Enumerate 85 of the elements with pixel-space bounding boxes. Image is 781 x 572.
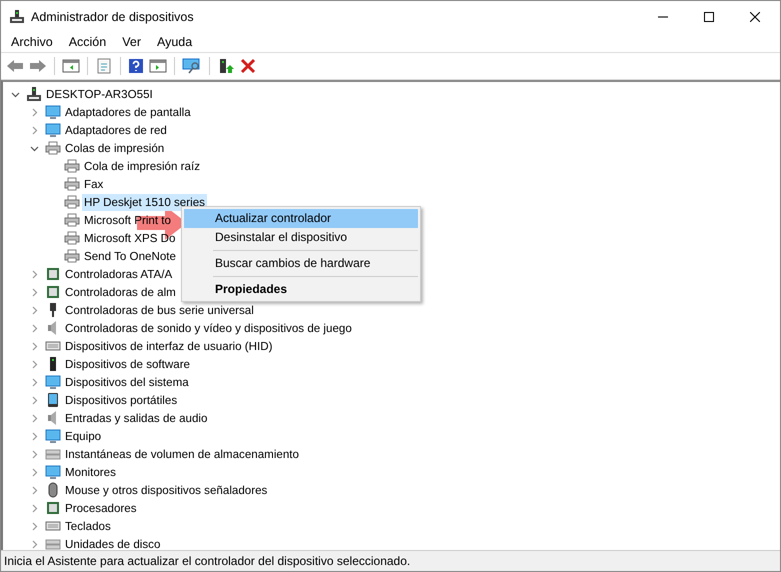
tree-item[interactable]: Adaptadores de red — [63, 122, 169, 138]
menu-item[interactable]: Acción — [68, 35, 106, 49]
expand-chevron-icon[interactable] — [30, 414, 38, 422]
document-icon[interactable] — [95, 58, 113, 74]
window-title: Administrador de dispositivos — [31, 10, 194, 24]
tree-item[interactable]: Microsoft XPS Do — [82, 230, 178, 246]
forward-icon[interactable] — [29, 58, 47, 74]
tree-item[interactable]: Unidades de disco — [63, 536, 162, 550]
expand-chevron-icon[interactable] — [30, 522, 38, 530]
menu-item[interactable]: Actualizar controlador — [184, 209, 418, 228]
expand-chevron-icon[interactable] — [30, 396, 38, 404]
menu-item[interactable]: Buscar cambios de hardware — [184, 254, 418, 273]
menu-item[interactable]: Ver — [122, 35, 141, 49]
expand-chevron-icon[interactable] — [30, 288, 38, 296]
expand-chevron-icon[interactable] — [30, 432, 38, 440]
expand-chevron-icon[interactable] — [30, 108, 38, 116]
tree-item[interactable]: Colas de impresión — [63, 140, 166, 156]
tree-item[interactable]: Controladoras de alm — [63, 284, 178, 300]
printer-icon — [45, 140, 61, 156]
monitor-icon — [45, 104, 61, 120]
tree-item[interactable]: HP Deskjet 1510 series — [82, 194, 207, 210]
tree-item[interactable]: Instantáneas de volumen de almacenamiento — [63, 446, 301, 462]
chip-icon — [45, 266, 61, 282]
tree-item[interactable]: Dispositivos de software — [63, 356, 192, 372]
expand-chevron-icon[interactable] — [30, 360, 38, 368]
tree-item[interactable]: Entradas y salidas de audio — [63, 410, 210, 426]
expand-chevron-icon[interactable] — [30, 324, 38, 332]
tree-item[interactable]: Fax — [82, 176, 106, 192]
expand-chevron-icon[interactable] — [30, 378, 38, 386]
printer-icon — [64, 212, 80, 228]
monitor-icon — [45, 428, 61, 444]
panel-icon[interactable] — [149, 58, 167, 74]
monitor-icon — [45, 122, 61, 138]
tree-item[interactable]: DESKTOP-AR3O55I — [44, 86, 155, 102]
panel-icon[interactable] — [62, 58, 80, 74]
close-icon[interactable] — [750, 12, 760, 22]
tree-item[interactable]: Teclados — [63, 518, 113, 534]
maximize-icon[interactable] — [704, 12, 714, 22]
expand-chevron-icon[interactable] — [30, 126, 38, 134]
tree-item[interactable]: Cola de impresión raíz — [82, 158, 202, 174]
tree-item[interactable]: Dispositivos del sistema — [63, 374, 191, 390]
tree-item[interactable]: Controladoras de sonido y vídeo y dispositivos de juego — [63, 320, 354, 336]
tree-item[interactable]: Controladoras de bus serie universal — [63, 302, 256, 318]
printer-icon — [64, 230, 80, 246]
chip-icon — [45, 284, 61, 300]
tree-item[interactable]: Procesadores — [63, 500, 139, 516]
status-text: Inicia el Asistente para actualizar el controlador del dispositivo seleccionado. — [1, 550, 780, 571]
tablet-icon — [45, 392, 61, 408]
expand-chevron-icon[interactable] — [30, 270, 38, 278]
printer-icon — [64, 248, 80, 264]
tree-item[interactable]: Dispositivos portátiles — [63, 392, 180, 408]
expand-chevron-icon[interactable] — [30, 306, 38, 314]
monitor-search-icon[interactable] — [182, 58, 202, 74]
expand-chevron-icon[interactable] — [30, 540, 38, 548]
printer-icon — [64, 194, 80, 210]
monitor-icon — [45, 374, 61, 390]
tree-item[interactable]: Adaptadores de pantalla — [63, 104, 193, 120]
menu-item[interactable]: Desinstalar el dispositivo — [184, 228, 418, 247]
expand-chevron-icon[interactable] — [30, 504, 38, 512]
help-icon[interactable] — [128, 58, 144, 74]
expand-chevron-icon[interactable] — [30, 468, 38, 476]
menu-item[interactable]: Ayuda — [156, 35, 192, 49]
printer-icon — [64, 158, 80, 174]
app-icon — [9, 8, 25, 24]
monitor-icon — [45, 464, 61, 480]
computer-icon — [26, 86, 42, 102]
tree-item[interactable]: Microsoft Print to — [82, 212, 173, 228]
tree-item[interactable]: Send To OneNote — [82, 248, 178, 264]
expand-chevron-icon[interactable] — [30, 450, 38, 458]
printer-icon — [64, 176, 80, 192]
tree-item[interactable]: Dispositivos de interfaz de usuario (HID) — [63, 338, 274, 354]
tree-item[interactable]: Mouse y otros dispositivos señaladores — [63, 482, 270, 498]
menu-item[interactable]: Archivo — [11, 35, 53, 49]
tree-item[interactable]: Controladoras ATA/A — [63, 266, 174, 282]
expand-chevron-icon[interactable] — [30, 342, 38, 350]
menu-item[interactable]: Propiedades — [184, 280, 418, 299]
expand-chevron-icon[interactable] — [30, 486, 38, 494]
collapse-chevron-icon[interactable] — [10, 90, 20, 98]
collapse-chevron-icon[interactable] — [30, 144, 38, 152]
tree-item[interactable]: Equipo — [63, 428, 104, 444]
tree-item[interactable]: Monitores — [63, 464, 118, 480]
back-icon[interactable] — [6, 58, 24, 74]
chip-icon — [45, 500, 61, 516]
delete-icon[interactable] — [240, 58, 256, 74]
device-arrow-icon[interactable] — [217, 58, 235, 74]
